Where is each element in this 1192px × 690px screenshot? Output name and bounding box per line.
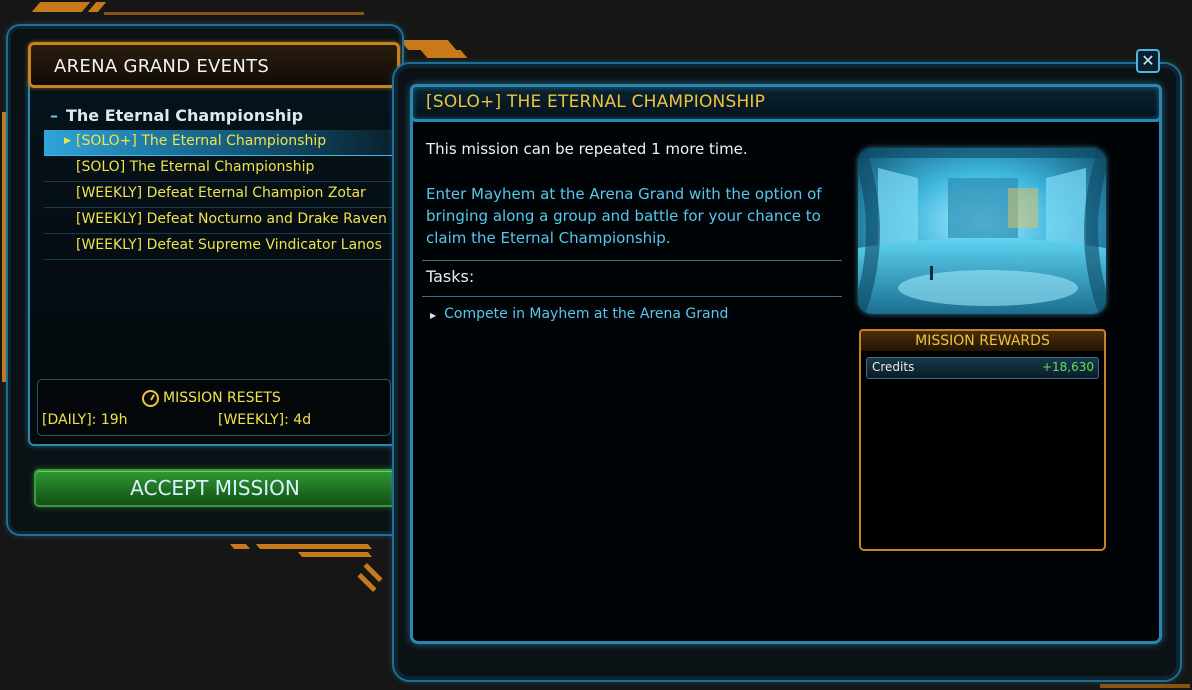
mission-list-item-solo-plus[interactable]: ▶ [SOLO+] The Eternal Championship xyxy=(44,130,392,156)
mission-title: [SOLO+] THE ETERNAL CHAMPIONSHIP xyxy=(426,92,766,112)
frame-trim xyxy=(87,2,107,12)
frame-trim xyxy=(255,544,373,549)
mission-description: Enter Mayhem at the Arena Grand with the… xyxy=(426,185,822,247)
mission-group-header[interactable]: – The Eternal Championship xyxy=(50,106,303,125)
frame-trim xyxy=(297,552,373,557)
mission-item-label: [WEEKLY] Defeat Eternal Champion Zotar xyxy=(76,185,366,201)
mission-item-label: [WEEKLY] Defeat Nocturno and Drake Raven xyxy=(76,211,387,227)
frame-trim xyxy=(399,40,457,50)
divider xyxy=(422,296,842,297)
clock-icon xyxy=(142,390,159,407)
mission-preview-image xyxy=(858,148,1106,314)
close-button[interactable]: ✕ xyxy=(1136,49,1160,73)
mission-rewards-box xyxy=(859,351,1106,551)
mission-item-label: [SOLO+] The Eternal Championship xyxy=(76,133,327,149)
mission-list-item-weekly-zotar[interactable]: [WEEKLY] Defeat Eternal Champion Zotar xyxy=(44,182,392,208)
task-label: Compete in Mayhem at the Arena Grand xyxy=(444,306,729,322)
mission-list-item-solo[interactable]: [SOLO] The Eternal Championship xyxy=(44,156,392,182)
repeat-note: This mission can be repeated 1 more time… xyxy=(426,140,748,158)
mission-group-title: The Eternal Championship xyxy=(66,106,304,125)
mission-list: ▶ [SOLO+] The Eternal Championship [SOLO… xyxy=(44,130,392,260)
collapse-icon[interactable]: – xyxy=(50,106,58,125)
frame-trim xyxy=(229,544,251,549)
mission-list-item-weekly-nocturno[interactable]: [WEEKLY] Defeat Nocturno and Drake Raven xyxy=(44,208,392,234)
divider xyxy=(422,260,842,261)
panel-title: ARENA GRAND EVENTS xyxy=(54,56,270,77)
selected-arrow-icon: ▶ xyxy=(64,136,71,146)
task-arrow-icon: ▶ xyxy=(430,311,437,320)
accept-mission-button[interactable]: ACCEPT MISSION xyxy=(34,469,396,507)
daily-reset-timer: [DAILY]: 19h xyxy=(42,412,128,428)
frame-trim xyxy=(31,2,91,12)
tasks-label: Tasks: xyxy=(426,267,475,286)
mission-list-item-weekly-lanos[interactable]: [WEEKLY] Defeat Supreme Vindicator Lanos xyxy=(44,234,392,260)
frame-trim xyxy=(1100,684,1190,688)
reward-value: +18,630 xyxy=(1041,360,1094,374)
mission-item-label: [SOLO] The Eternal Championship xyxy=(76,159,315,175)
reward-name: Credits xyxy=(872,360,915,374)
frame-trim xyxy=(104,12,364,15)
mission-item-label: [WEEKLY] Defeat Supreme Vindicator Lanos xyxy=(76,237,382,253)
weekly-reset-timer: [WEEKLY]: 4d xyxy=(218,412,312,428)
task-item: ▶ Compete in Mayhem at the Arena Grand xyxy=(430,306,728,322)
frame-trim xyxy=(420,50,468,58)
mission-rewards-header: MISSION REWARDS xyxy=(859,329,1106,353)
